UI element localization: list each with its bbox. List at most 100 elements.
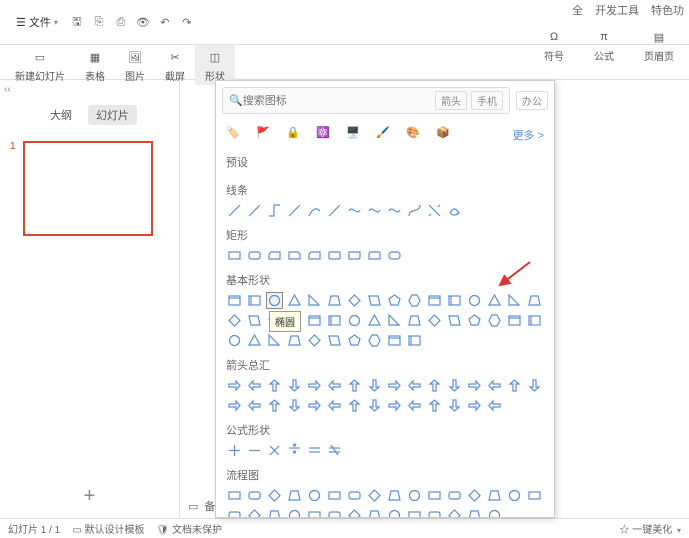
lines-grid-shape-2[interactable]	[266, 202, 283, 219]
formula-grid-shape-3[interactable]	[286, 442, 303, 459]
flowchart-grid-shape-20[interactable]	[306, 507, 323, 518]
formula-grid-shape-0[interactable]	[226, 442, 243, 459]
basic-grid-shape-32[interactable]	[226, 332, 243, 349]
arrows-grid-shape-12[interactable]	[466, 377, 483, 394]
arrows-grid-shape-27[interactable]	[446, 397, 463, 414]
flowchart-grid-shape-11[interactable]	[446, 487, 463, 504]
arrows-grid-shape-9[interactable]	[406, 377, 423, 394]
arrows-grid-shape-19[interactable]	[286, 397, 303, 414]
new-slide-button[interactable]: ▭ 新建幻灯片	[5, 45, 75, 85]
basic-grid-shape-39[interactable]	[366, 332, 383, 349]
formula-grid-shape-4[interactable]	[306, 442, 323, 459]
preset-icon-6[interactable]: 🖌️	[376, 126, 394, 144]
arrows-grid-shape-2[interactable]	[266, 377, 283, 394]
rect-grid-shape-7[interactable]	[366, 247, 383, 264]
arrows-grid-shape-29[interactable]	[486, 397, 503, 414]
tab-security[interactable]: 全	[572, 2, 583, 18]
basic-grid-shape-31[interactable]	[526, 312, 543, 329]
arrows-grid-shape-15[interactable]	[526, 377, 543, 394]
rect-grid-shape-3[interactable]	[286, 247, 303, 264]
lines-grid-shape-4[interactable]	[306, 202, 323, 219]
basic-grid-shape-33[interactable]	[246, 332, 263, 349]
arrows-grid-shape-6[interactable]	[346, 377, 363, 394]
arrows-grid-shape-5[interactable]	[326, 377, 343, 394]
lines-grid-shape-0[interactable]	[226, 202, 243, 219]
flowchart-grid-shape-27[interactable]	[446, 507, 463, 518]
formula-grid-shape-5[interactable]	[326, 442, 343, 459]
basic-grid-shape-37[interactable]	[326, 332, 343, 349]
flowchart-grid-shape-4[interactable]	[306, 487, 323, 504]
basic-grid-shape-40[interactable]	[386, 332, 403, 349]
flowchart-grid-shape-2[interactable]	[266, 487, 283, 504]
more-link[interactable]: 更多 >	[513, 127, 544, 143]
basic-grid-shape-27[interactable]	[446, 312, 463, 329]
arrows-grid-shape-3[interactable]	[286, 377, 303, 394]
rect-grid-shape-2[interactable]	[266, 247, 283, 264]
basic-grid-shape-13[interactable]	[486, 292, 503, 309]
flowchart-grid-shape-25[interactable]	[406, 507, 423, 518]
redo-icon[interactable]: ↷	[180, 15, 194, 29]
basic-grid-shape-24[interactable]	[386, 312, 403, 329]
basic-grid-shape-7[interactable]	[366, 292, 383, 309]
basic-grid-shape-15[interactable]	[526, 292, 543, 309]
basic-grid-shape-22[interactable]	[346, 312, 363, 329]
search-input[interactable]	[243, 95, 435, 107]
basic-grid-shape-17[interactable]	[246, 312, 263, 329]
flowchart-grid-shape-0[interactable]	[226, 487, 243, 504]
undo-icon[interactable]: ↶	[158, 15, 172, 29]
flowchart-grid-shape-10[interactable]	[426, 487, 443, 504]
preset-icon-1[interactable]: 🏷️	[226, 126, 244, 144]
formula-button[interactable]: π 公式	[584, 25, 624, 65]
preview-icon[interactable]: 👁	[136, 15, 150, 29]
flowchart-grid-shape-13[interactable]	[486, 487, 503, 504]
arrows-grid-shape-17[interactable]	[246, 397, 263, 414]
rect-grid-shape-6[interactable]	[346, 247, 363, 264]
file-menu-button[interactable]: ☰ 文件 ▾	[5, 11, 66, 33]
arrows-grid-shape-26[interactable]	[426, 397, 443, 414]
status-protect[interactable]: 🛡 文档未保护	[156, 521, 221, 536]
preset-icon-2[interactable]: 🚩	[256, 126, 274, 144]
save-icon[interactable]: 🖫	[70, 15, 84, 29]
basic-grid-shape-21[interactable]	[326, 312, 343, 329]
table-button[interactable]: ▦ 表格	[75, 45, 115, 85]
basic-grid-shape-3[interactable]	[286, 292, 303, 309]
lines-grid-shape-1[interactable]	[246, 202, 263, 219]
flowchart-grid-shape-6[interactable]	[346, 487, 363, 504]
flowchart-grid-shape-24[interactable]	[386, 507, 403, 518]
preset-icon-8[interactable]: 📦	[436, 126, 454, 144]
lines-grid-shape-7[interactable]	[366, 202, 383, 219]
flowchart-grid-shape-29[interactable]	[486, 507, 503, 518]
status-beautify[interactable]: ☆ 一键美化 ▾	[619, 521, 681, 536]
basic-grid-shape-38[interactable]	[346, 332, 363, 349]
basic-grid-shape-0[interactable]	[226, 292, 243, 309]
formula-grid-shape-1[interactable]	[246, 442, 263, 459]
rect-grid-shape-0[interactable]	[226, 247, 243, 264]
basic-grid-shape-26[interactable]	[426, 312, 443, 329]
basic-grid-shape-10[interactable]	[426, 292, 443, 309]
print-icon[interactable]: ⎙	[114, 15, 128, 29]
basic-grid-shape-1[interactable]	[246, 292, 263, 309]
rect-grid-shape-5[interactable]	[326, 247, 343, 264]
preset-icon-7[interactable]: 🎨	[406, 126, 424, 144]
flowchart-grid-shape-22[interactable]	[346, 507, 363, 518]
flowchart-grid-shape-9[interactable]	[406, 487, 423, 504]
arrows-grid-shape-22[interactable]	[346, 397, 363, 414]
lines-grid-shape-3[interactable]	[286, 202, 303, 219]
header-footer-button[interactable]: ▤ 页眉页	[634, 25, 684, 65]
arrows-grid-shape-0[interactable]	[226, 377, 243, 394]
copy-icon[interactable]: ⎘	[92, 15, 106, 29]
arrows-grid-shape-16[interactable]	[226, 397, 243, 414]
basic-grid-shape-36[interactable]	[306, 332, 323, 349]
flowchart-grid-shape-12[interactable]	[466, 487, 483, 504]
add-slide-button[interactable]: +	[0, 475, 179, 518]
collapse-sidebar-icon[interactable]: ‹‹	[0, 80, 179, 99]
tag-phone[interactable]: 手机	[471, 91, 503, 110]
arrows-grid-shape-4[interactable]	[306, 377, 323, 394]
basic-grid-shape-8[interactable]	[386, 292, 403, 309]
flowchart-grid-shape-5[interactable]	[326, 487, 343, 504]
basic-grid-shape-2[interactable]: 椭圆	[266, 292, 283, 309]
flowchart-grid-shape-3[interactable]	[286, 487, 303, 504]
lines-grid-shape-9[interactable]	[406, 202, 423, 219]
lines-grid-shape-11[interactable]	[446, 202, 463, 219]
rect-grid-shape-8[interactable]	[386, 247, 403, 264]
